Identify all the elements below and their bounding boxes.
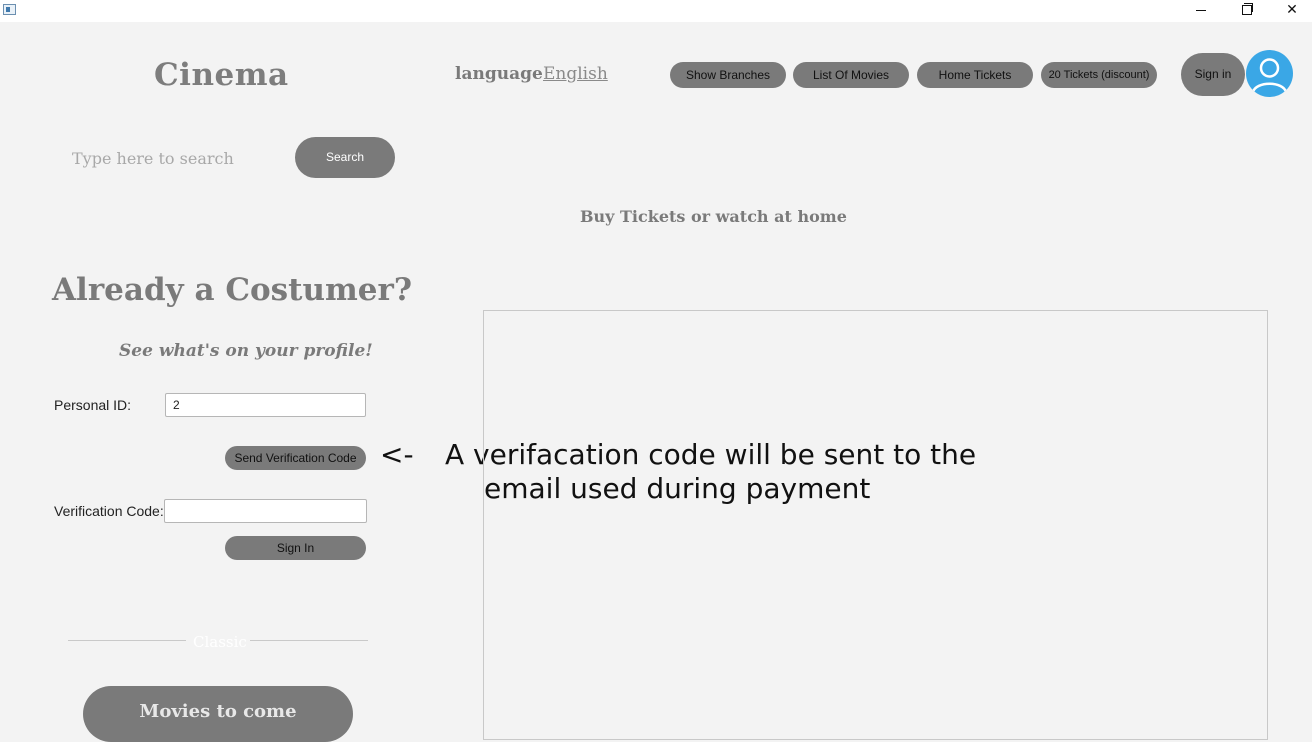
list-of-movies-button[interactable]: List Of Movies (793, 62, 909, 88)
personal-id-field[interactable] (165, 393, 366, 417)
divider-right (250, 640, 368, 641)
language-link[interactable]: English (543, 64, 608, 84)
tagline: Buy Tickets or watch at home (580, 207, 847, 226)
personal-id-label: Personal ID: (54, 397, 132, 413)
minimize-button[interactable] (1179, 0, 1223, 22)
language-label: language (455, 64, 543, 84)
app-icon (3, 4, 16, 15)
close-icon: ✕ (1286, 2, 1298, 18)
classic-section-label: Classic (193, 633, 247, 651)
brand-title: Cinema (154, 57, 289, 93)
search-input[interactable] (72, 146, 282, 170)
sign-in-button[interactable]: Sign In (225, 536, 366, 560)
home-tickets-button[interactable]: Home Tickets (917, 62, 1033, 88)
arrow-indicator: <- (380, 438, 414, 471)
divider-left (68, 640, 186, 641)
window-titlebar: ✕ (0, 0, 1312, 22)
maximize-button[interactable] (1224, 0, 1268, 22)
page-subtitle: See what's on your profile! (119, 341, 373, 361)
user-icon (1251, 58, 1288, 93)
verification-code-field[interactable] (164, 499, 367, 523)
discount-tickets-button[interactable]: 20 Tickets (discount) (1041, 62, 1157, 88)
close-button[interactable]: ✕ (1270, 0, 1312, 22)
content-panel (483, 310, 1268, 740)
page-title: Already a Costumer? (52, 272, 413, 308)
send-verification-code-button[interactable]: Send Verification Code (225, 446, 366, 470)
header-sign-in-button[interactable]: Sign in (1181, 53, 1245, 96)
avatar[interactable] (1246, 50, 1293, 97)
search-button[interactable]: Search (295, 137, 395, 178)
show-branches-button[interactable]: Show Branches (670, 62, 786, 88)
verification-code-label: Verification Code: (54, 503, 164, 519)
movies-to-come-button[interactable]: Movies to come (83, 686, 353, 742)
